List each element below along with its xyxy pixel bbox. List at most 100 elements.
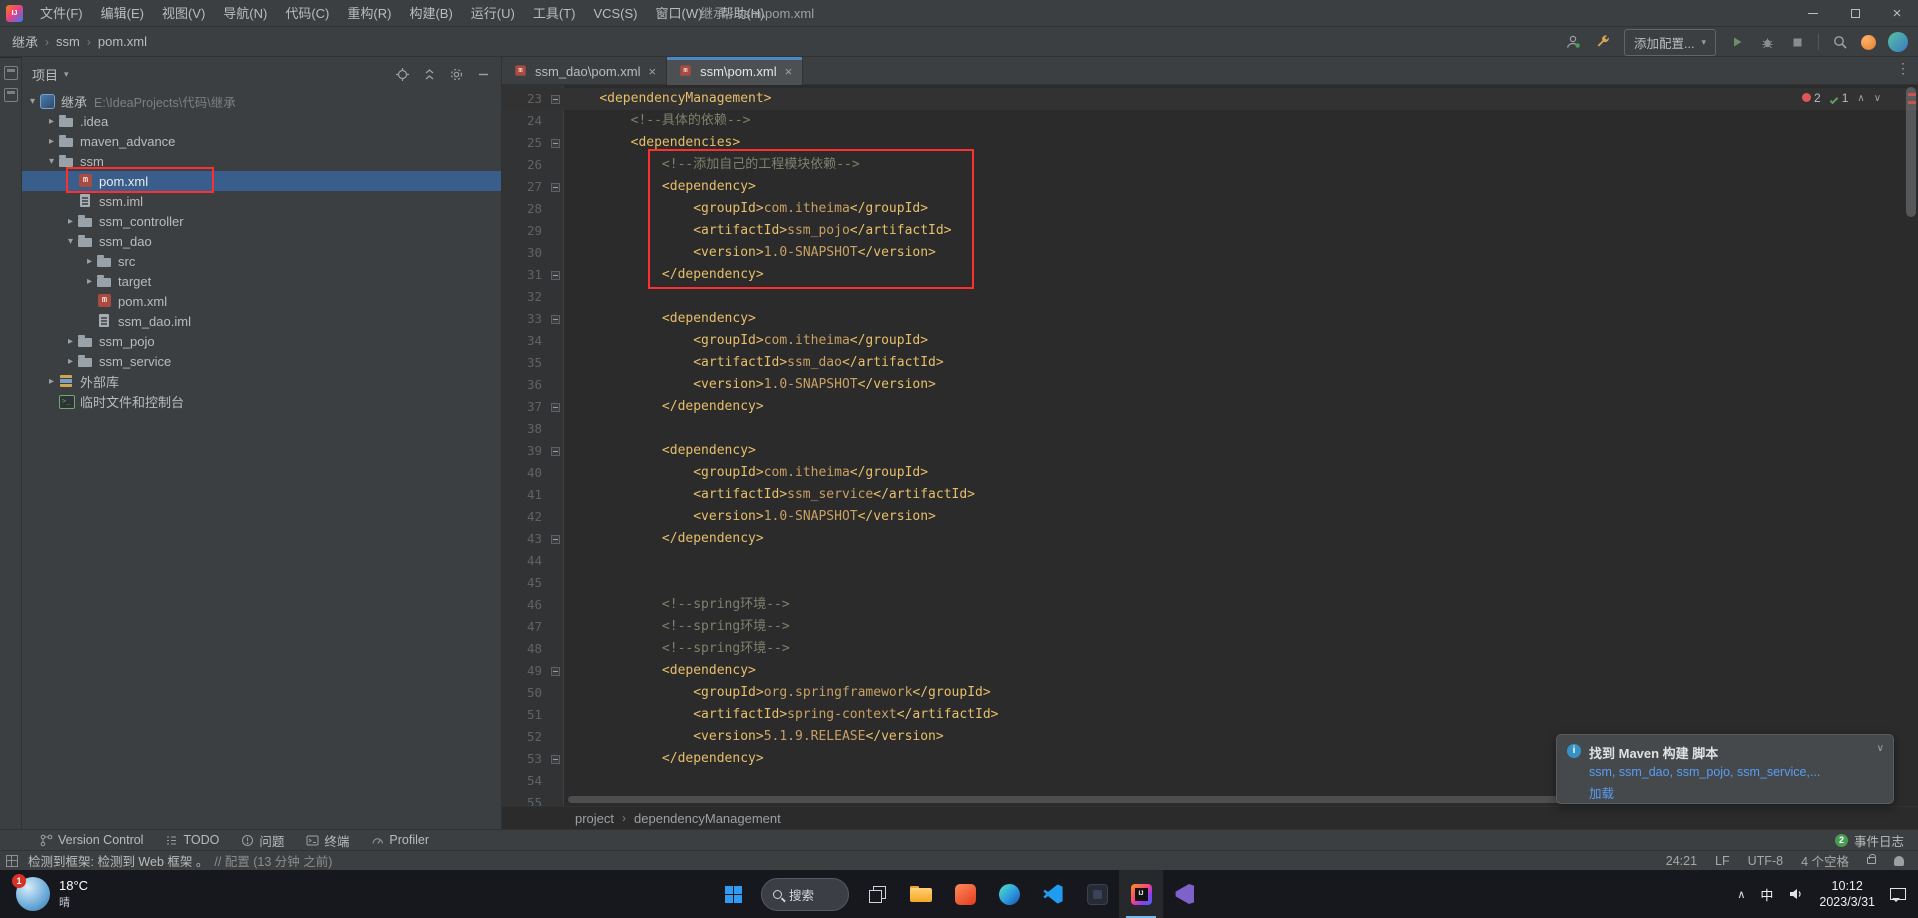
tree-item[interactable]: ▸ maven_advance [22, 131, 501, 151]
tree-item[interactable]: ▾ ssm [22, 151, 501, 171]
menu-item[interactable]: 构建(B) [400, 0, 461, 27]
fold-close-icon[interactable] [550, 402, 560, 412]
volume-icon[interactable] [1788, 886, 1804, 902]
fold-column[interactable] [546, 270, 564, 280]
menu-item[interactable]: 视图(V) [153, 0, 214, 27]
editor-breadcrumb-item[interactable]: dependencyManagement [634, 811, 781, 826]
editor-breadcrumb-item[interactable]: project [575, 811, 614, 826]
line-ending[interactable]: LF [1715, 854, 1730, 868]
menu-item[interactable]: 导航(N) [214, 0, 276, 27]
hide-panel-icon[interactable] [476, 67, 491, 82]
tab-options-icon[interactable]: ⋮ [1896, 60, 1910, 77]
tool-window-button-terminal[interactable]: 终端 [306, 831, 349, 850]
minimize-button[interactable] [1792, 0, 1834, 27]
tree-item[interactable]: 临时文件和控制台 [22, 391, 501, 411]
expand-arrow-icon[interactable]: ▸ [64, 216, 77, 227]
dev-tools-button[interactable] [1075, 870, 1119, 918]
menu-item[interactable]: 代码(C) [276, 0, 338, 27]
menu-item[interactable]: VCS(S) [584, 0, 646, 27]
vscode-button[interactable] [1031, 870, 1075, 918]
search-everywhere-icon[interactable] [1831, 33, 1849, 51]
fold-open-icon[interactable] [550, 314, 560, 324]
red-app-button[interactable] [943, 870, 987, 918]
menu-item[interactable]: 工具(T) [524, 0, 585, 27]
weather-widget[interactable]: 1 18°C 晴 [6, 870, 98, 918]
editor-tab[interactable]: ssm\pom.xml × [667, 57, 804, 85]
highlighting-level-icon[interactable] [1894, 855, 1904, 866]
edge-browser-button[interactable] [987, 870, 1031, 918]
expand-arrow-icon[interactable]: ▾ [26, 96, 39, 107]
load-link[interactable]: 加载 [1589, 783, 1614, 802]
user-icon[interactable] [1564, 33, 1582, 51]
tree-item[interactable]: ▸ .idea [22, 111, 501, 131]
debug-icon[interactable] [1758, 33, 1776, 51]
fold-close-icon[interactable] [550, 270, 560, 280]
code-editor[interactable]: 23 <dependencyManagement> 24 <!--具体的依赖-->… [502, 85, 1918, 806]
editor-tab[interactable]: ssm_dao\pom.xml × [502, 57, 668, 85]
menu-item[interactable]: 编辑(E) [92, 0, 153, 27]
indent-setting[interactable]: 4 个空格 [1801, 851, 1849, 870]
hidden-icons-chevron[interactable]: ∧ [1737, 888, 1745, 901]
fold-column[interactable] [546, 314, 564, 324]
notification-expand-icon[interactable]: ∨ [1877, 743, 1884, 754]
expand-arrow-icon[interactable]: ▸ [64, 336, 77, 347]
tool-window-button-profiler[interactable]: Profiler [371, 833, 429, 847]
tree-item[interactable]: ssm_dao.iml [22, 311, 501, 331]
start-button[interactable] [711, 870, 755, 918]
expand-arrow-icon[interactable]: ▸ [45, 116, 58, 127]
tool-window-button-problems[interactable]: 问题 [241, 831, 284, 850]
fold-column[interactable] [546, 182, 564, 192]
structure-stripe-icon[interactable] [3, 88, 18, 102]
expand-arrow-icon[interactable]: ▸ [83, 276, 96, 287]
fold-open-icon[interactable] [550, 94, 560, 104]
tree-item[interactable]: ▸ ssm_controller [22, 211, 501, 231]
intellij-idea-button[interactable] [1119, 870, 1163, 918]
fold-column[interactable] [546, 402, 564, 412]
fold-column[interactable] [546, 94, 564, 104]
tree-item[interactable]: ssm.iml [22, 191, 501, 211]
task-view-button[interactable] [855, 870, 899, 918]
action-center-icon[interactable] [1890, 887, 1906, 902]
file-encoding[interactable]: UTF-8 [1748, 854, 1783, 868]
tree-item[interactable]: ▸ ssm_service [22, 351, 501, 371]
error-stripe-mark[interactable] [1908, 93, 1916, 96]
taskbar-search[interactable]: 搜索 [761, 877, 849, 911]
tab-close-icon[interactable]: × [785, 65, 793, 78]
caret-position[interactable]: 24:21 [1666, 854, 1697, 868]
fold-open-icon[interactable] [550, 182, 560, 192]
expand-arrow-icon[interactable]: ▸ [64, 356, 77, 367]
ime-indicator[interactable]: 中 [1760, 885, 1773, 904]
expand-arrow-icon[interactable]: ▾ [45, 156, 58, 167]
close-button[interactable]: × [1876, 0, 1918, 27]
event-log-button[interactable]: 2 事件日志 [1834, 831, 1904, 850]
menu-item[interactable]: 文件(F) [31, 0, 92, 27]
prev-problem-icon[interactable]: ∧ [1857, 93, 1864, 104]
menu-item[interactable]: 运行(U) [462, 0, 524, 27]
fold-column[interactable] [546, 446, 564, 456]
fold-close-icon[interactable] [550, 534, 560, 544]
collapse-all-icon[interactable] [422, 67, 437, 82]
project-stripe-icon[interactable] [3, 66, 18, 80]
fold-open-icon[interactable] [550, 138, 560, 148]
visual-studio-button[interactable] [1163, 870, 1207, 918]
wrench-icon[interactable] [1594, 33, 1612, 51]
stop-icon[interactable] [1788, 33, 1806, 51]
vertical-scrollbar[interactable] [1906, 85, 1916, 806]
fold-column[interactable] [546, 666, 564, 676]
taskbar-clock[interactable]: 10:12 2023/3/31 [1819, 878, 1875, 911]
add-configuration-button[interactable]: 添加配置... ▾ [1624, 28, 1716, 56]
inspections-widget[interactable]: 2 1 ∧ ∨ [1802, 91, 1881, 105]
locate-file-icon[interactable] [395, 67, 410, 82]
menu-item[interactable]: 重构(R) [338, 0, 400, 27]
tool-window-button-vcs[interactable]: Version Control [40, 833, 143, 847]
project-panel-title[interactable]: 项目 ▾ [32, 65, 69, 84]
readonly-lock-icon[interactable] [1867, 854, 1876, 864]
breadcrumb-item[interactable]: pom.xml [98, 34, 147, 49]
tool-window-switcher-icon[interactable] [6, 854, 18, 867]
fold-column[interactable] [546, 534, 564, 544]
maximize-button[interactable] [1834, 0, 1876, 27]
tree-item[interactable]: pom.xml [22, 291, 501, 311]
scrollbar-thumb[interactable] [1906, 87, 1916, 217]
tool-window-button-todo[interactable]: TODO [165, 833, 219, 847]
expand-arrow-icon[interactable]: ▸ [83, 256, 96, 267]
